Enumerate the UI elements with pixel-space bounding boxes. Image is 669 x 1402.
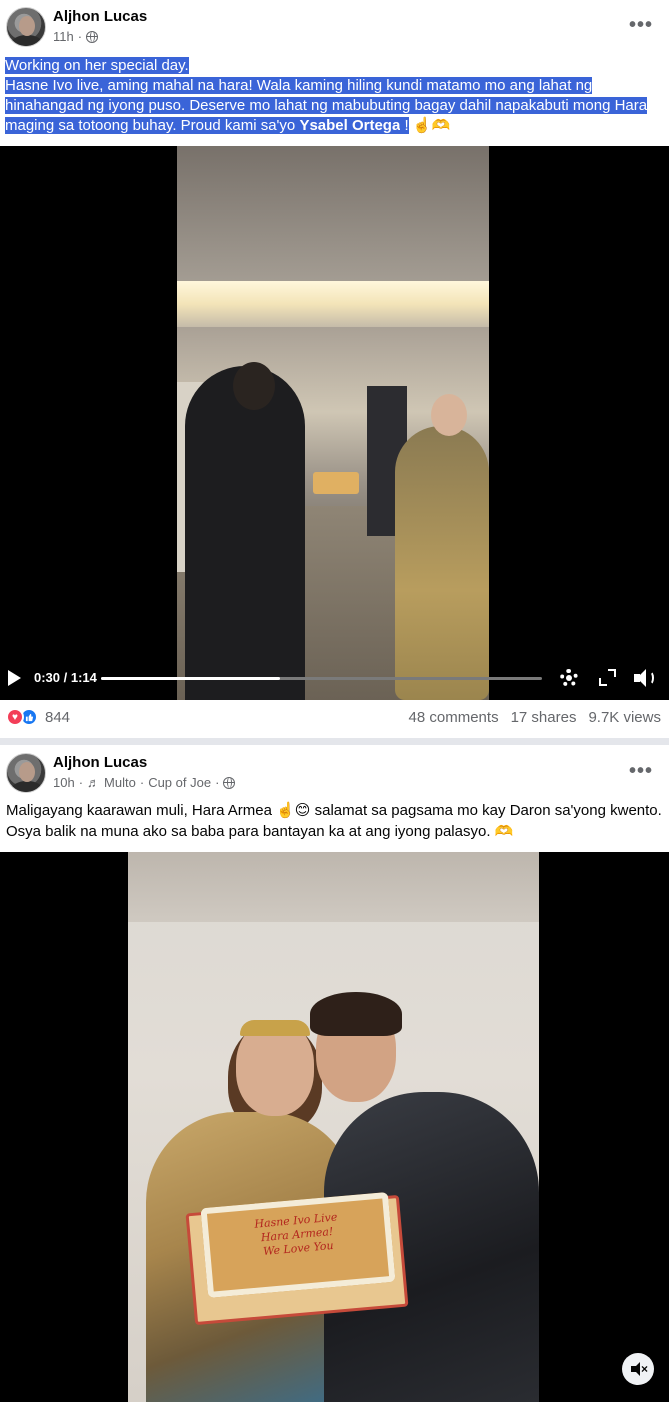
more-options-icon-2[interactable]: ••• xyxy=(629,760,653,783)
author-avatar[interactable] xyxy=(6,7,46,47)
caption-suffix: ! xyxy=(400,117,409,134)
song-title[interactable]: Multo xyxy=(104,775,136,790)
views-count: 9.7K views xyxy=(588,709,661,726)
music-note-icon: ♬ xyxy=(87,775,101,790)
post-meta: 11h · xyxy=(53,29,99,44)
photo-image: Hasne Ivo Live Hara Armea! We Love You xyxy=(128,852,539,1402)
reactions-count: 844 xyxy=(45,708,71,726)
video-progress-bar[interactable] xyxy=(101,677,542,680)
meta-dot: · xyxy=(78,775,84,790)
settings-gear-icon[interactable] xyxy=(560,669,578,687)
mention-link[interactable]: Ysabel Ortega xyxy=(299,117,401,134)
shares-count-link[interactable]: 17 shares xyxy=(511,709,577,726)
author-avatar-2[interactable] xyxy=(6,753,46,793)
volume-icon[interactable] xyxy=(634,668,656,688)
post-photo[interactable]: Hasne Ivo Live Hara Armea! We Love You xyxy=(0,852,669,1402)
more-options-icon[interactable]: ••• xyxy=(629,14,653,37)
post-separator xyxy=(0,738,669,745)
post-caption-2: Maligayang kaarawan muli, Hara Armea ☝️😊… xyxy=(6,802,662,840)
love-reaction-icon: ♥ xyxy=(6,708,24,726)
song-artist[interactable]: Cup of Joe xyxy=(148,775,211,790)
mute-x-icon: × xyxy=(641,1362,649,1376)
caption-emoji: ☝️🫶 xyxy=(408,117,451,134)
birthday-cake: Hasne Ivo Live Hara Armea! We Love You xyxy=(200,1191,396,1299)
author-name-2[interactable]: Aljhon Lucas xyxy=(53,754,147,771)
globe-icon[interactable] xyxy=(86,30,99,43)
post-time[interactable]: 11h xyxy=(53,29,74,44)
play-icon[interactable] xyxy=(8,670,21,686)
caption-line-1: Working on her special day. xyxy=(5,57,189,74)
post-time-2[interactable]: 10h xyxy=(53,775,75,790)
video-controls: 0:30 / 1:14 xyxy=(0,662,669,694)
post-meta-2: 10h · ♬ Multo · Cup of Joe · xyxy=(53,775,236,790)
video-player[interactable]: 0:30 / 1:14 xyxy=(0,146,669,700)
meta-dot: · xyxy=(215,775,220,790)
video-progress-fill xyxy=(101,677,280,680)
author-name[interactable]: Aljhon Lucas xyxy=(53,8,147,25)
post-1: Aljhon Lucas 11h · ••• Working on her sp… xyxy=(0,0,669,738)
meta-dot: · xyxy=(139,775,145,790)
video-time: 0:30 / 1:14 xyxy=(34,670,97,685)
comments-count-link[interactable]: 48 comments xyxy=(409,709,499,726)
video-frame xyxy=(177,146,489,700)
mute-button[interactable]: × xyxy=(622,1353,654,1385)
reactions-summary[interactable]: ♥ 844 xyxy=(6,708,70,726)
post-caption: Working on her special day. Hasne Ivo li… xyxy=(5,56,660,136)
globe-icon[interactable] xyxy=(223,776,236,789)
post-stats: 48 comments 17 shares 9.7K views xyxy=(409,709,661,726)
fullscreen-icon[interactable] xyxy=(599,669,616,686)
meta-dot: · xyxy=(77,29,83,44)
